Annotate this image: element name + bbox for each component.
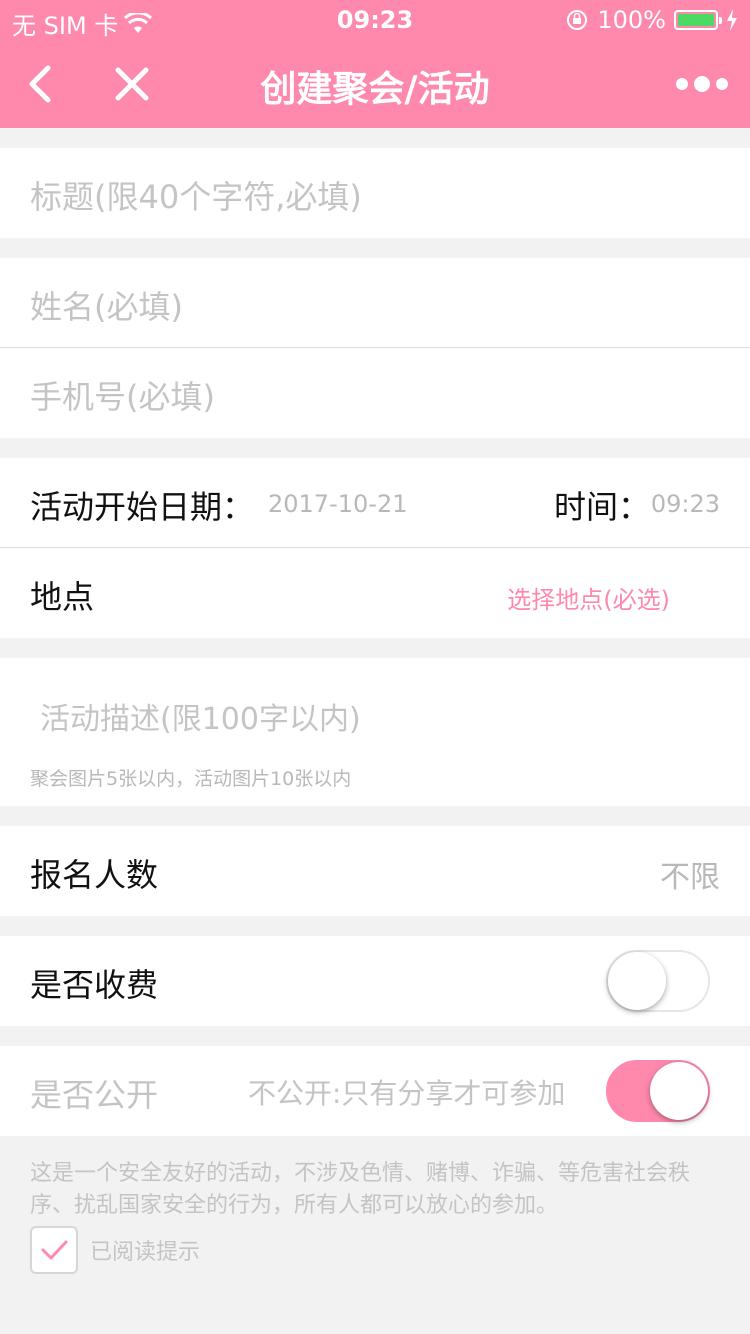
battery-icon [674,10,722,30]
public-toggle-knob [650,1062,708,1120]
title-placeholder: 标题(限40个字符,必填) [30,178,362,216]
name-placeholder: 姓名(必填) [30,288,183,326]
description-group: 活动描述(限100字以内) 聚会图片5张以内，活动图片10张以内 [0,658,750,806]
description-input[interactable]: 活动描述(限100字以内) [40,694,361,738]
location-row[interactable]: 地点 选择地点(必选) [0,548,750,638]
datetime-group: 活动开始日期： 2017-10-21 时间： 09:23 地点 选择地点(必选) [0,458,750,638]
fee-toggle-knob [608,952,666,1010]
participants-group: 报名人数 不限 [0,826,750,916]
title-group: 标题(限40个字符,必填) [0,148,750,238]
read-checkbox-label: 已阅读提示 [90,1240,201,1265]
nav-bar: 创建聚会/活动 [0,40,750,128]
participants-label: 报名人数 [30,856,159,894]
more-icon[interactable] [676,68,728,100]
battery-fill [678,14,714,26]
select-location-link[interactable]: 选择地点(必选) [507,580,670,615]
contact-group: 姓名(必填) 手机号(必填) [0,258,750,438]
phone-input[interactable]: 手机号(必填) [0,348,750,438]
page-title: 创建聚会/活动 [260,69,490,110]
fee-toggle[interactable] [606,950,710,1012]
safety-notice: 这是一个安全友好的活动，不涉及色情、赌博、诈骗、等危害社会秩序、扰乱国家安全的行… [30,1161,691,1218]
fee-label: 是否收费 [30,966,159,1004]
name-input[interactable]: 姓名(必填) [0,258,750,348]
battery-percent: 100% [597,6,666,34]
public-row: 是否公开 不公开:只有分享才可参加 [0,1046,750,1136]
participants-value: 不限 [660,860,720,895]
fee-row: 是否收费 [0,936,750,1026]
charging-icon [727,9,737,31]
fee-group: 是否收费 [0,936,750,1026]
public-group: 是否公开 不公开:只有分享才可参加 [0,1046,750,1136]
read-checkbox[interactable] [30,1226,78,1274]
start-date-label: 活动开始日期： [30,488,255,526]
public-toggle[interactable] [606,1060,710,1122]
participants-row[interactable]: 报名人数 不限 [0,826,750,916]
checkmark-icon [41,1240,68,1260]
time-value[interactable]: 09:23 [651,490,720,518]
image-hint: 聚会图片5张以内，活动图片10张以内 [30,768,352,790]
location-label: 地点 [30,578,95,616]
datetime-row: 活动开始日期： 2017-10-21 时间： 09:23 [0,458,750,548]
title-input[interactable]: 标题(限40个字符,必填) [0,148,750,238]
status-right: 100% [565,6,738,34]
start-date-value[interactable]: 2017-10-21 [268,490,407,518]
status-bar: 无 SIM 卡 09:23 100% [0,0,750,40]
public-hint: 不公开:只有分享才可参加 [248,1077,566,1110]
rotation-lock-icon [567,10,588,30]
time-label: 时间： [554,488,651,526]
public-label: 是否公开 [30,1076,159,1114]
read-confirm[interactable]: 已阅读提示 [30,1226,200,1274]
phone-placeholder: 手机号(必填) [30,378,215,416]
